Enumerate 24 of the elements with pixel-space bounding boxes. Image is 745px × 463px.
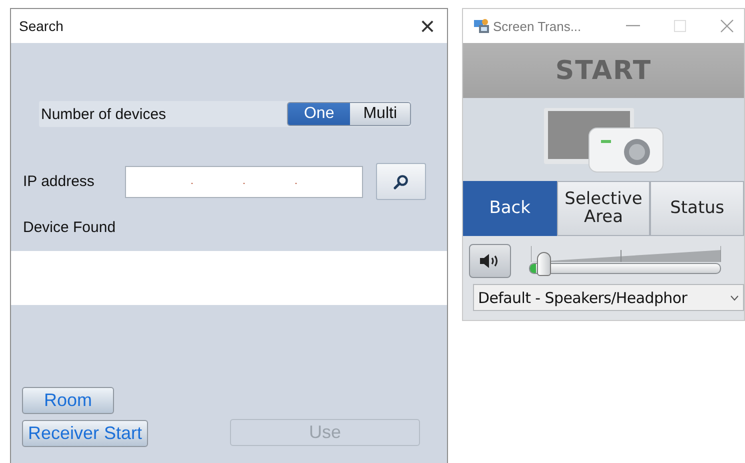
search-button[interactable] (376, 163, 426, 200)
slider-thumb[interactable] (536, 252, 551, 276)
action-button[interactable]: Room (22, 387, 114, 414)
chevron-down-icon (730, 294, 739, 300)
search-icon (393, 174, 409, 190)
ip-address-label: IP address (23, 173, 96, 190)
action-button[interactable]: Receiver Start (22, 420, 148, 447)
app-icon (473, 17, 491, 35)
window-title: Search (19, 18, 64, 34)
minimize-icon[interactable] (626, 25, 640, 27)
segment-option[interactable]: One (288, 103, 350, 125)
close-button[interactable]: × (416, 13, 439, 39)
tab[interactable]: Back (463, 181, 557, 236)
volume-slider[interactable] (529, 246, 721, 276)
ip-address-field[interactable]: . . . (125, 166, 363, 198)
tab[interactable]: Status (650, 181, 744, 236)
device-count-label: Number of devices (41, 106, 166, 122)
close-icon[interactable] (720, 19, 734, 33)
segment-option[interactable]: Multi (350, 103, 410, 125)
audio-device-dropdown[interactable]: Default - Speakers/Headphor (473, 284, 744, 311)
tab[interactable]: Selective Area (556, 181, 650, 236)
window-title: Screen Trans... (493, 18, 582, 34)
volume-button[interactable] (469, 244, 511, 278)
device-found-label: Device Found (23, 219, 117, 236)
